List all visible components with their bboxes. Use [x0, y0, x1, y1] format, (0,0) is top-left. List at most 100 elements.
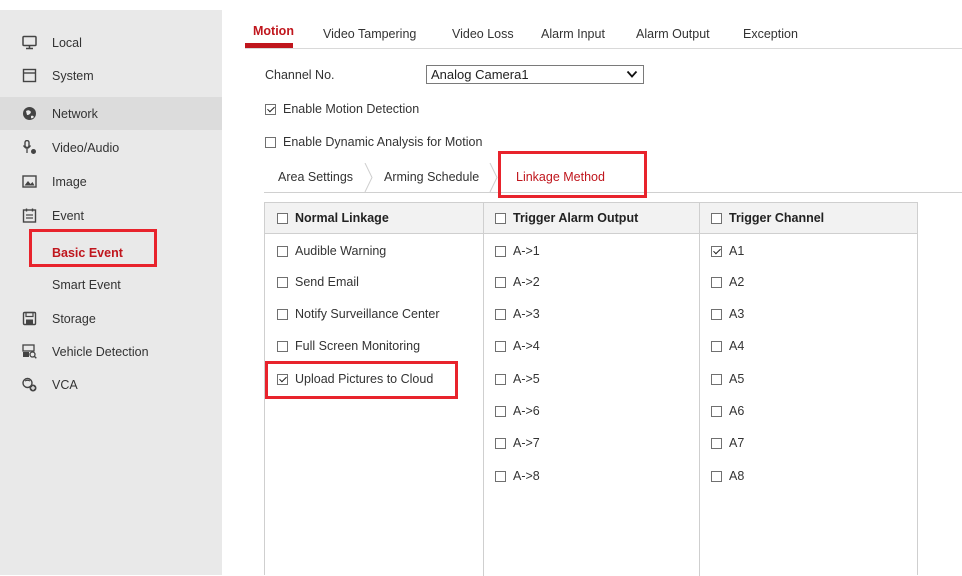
checkbox[interactable] — [711, 340, 722, 352]
item-label: A3 — [729, 307, 745, 321]
list-item[interactable]: A4 — [711, 336, 744, 356]
list-item[interactable]: Audible Warning — [277, 241, 386, 261]
item-label: Audible Warning — [295, 244, 387, 258]
image-icon — [22, 174, 37, 189]
checkbox[interactable] — [711, 405, 722, 417]
checkbox[interactable] — [495, 470, 506, 482]
checkbox[interactable] — [495, 212, 506, 224]
tab-video-tampering[interactable]: Video Tampering — [323, 27, 416, 41]
sidebar-item-smart-event[interactable]: Smart Event — [0, 268, 222, 301]
channel-select[interactable]: Analog Camera1 — [426, 65, 644, 84]
checkbox[interactable] — [711, 437, 722, 449]
item-label: A->2 — [513, 275, 540, 289]
list-item[interactable]: Upload Pictures to Cloud — [277, 369, 433, 389]
tab-underline — [245, 43, 293, 48]
channel-select-value: Analog Camera1 — [431, 67, 529, 82]
list-item[interactable]: A->8 — [495, 466, 540, 486]
checkbox[interactable] — [495, 245, 506, 257]
checkbox[interactable] — [495, 308, 506, 320]
calendar-icon — [22, 208, 37, 223]
nav-label: VCA — [52, 377, 78, 392]
header-trigger-alarm-output[interactable]: Trigger Alarm Output — [495, 203, 638, 233]
nav-item-local[interactable]: Local — [0, 26, 222, 59]
checkbox[interactable] — [495, 373, 506, 385]
checkbox[interactable] — [277, 212, 288, 224]
list-item[interactable]: A5 — [711, 369, 744, 389]
list-item[interactable]: A1 — [711, 241, 744, 261]
checkbox[interactable] — [711, 245, 722, 257]
checkbox[interactable] — [277, 276, 288, 288]
header-normal-linkage[interactable]: Normal Linkage — [277, 203, 389, 233]
enable-dynamic-analysis[interactable]: Enable Dynamic Analysis for Motion — [265, 135, 482, 149]
item-label: A7 — [729, 436, 745, 450]
item-label: A->7 — [513, 436, 540, 450]
sidebar-item-basic-event[interactable]: Basic Event — [0, 236, 222, 269]
checkbox[interactable] — [277, 308, 288, 320]
item-label: A->6 — [513, 404, 540, 418]
checkbox[interactable] — [277, 373, 288, 385]
list-item[interactable]: A7 — [711, 433, 744, 453]
subtab-separator — [364, 163, 373, 192]
linkage-table: Normal Linkage Trigger Alarm Output Trig… — [264, 202, 918, 576]
nav-item-network[interactable]: Network — [0, 97, 222, 130]
item-label: A6 — [729, 404, 745, 418]
subtab-separator — [489, 163, 498, 192]
header-label: Trigger Alarm Output — [513, 211, 639, 225]
checkbox[interactable] — [495, 340, 506, 352]
item-label: A->8 — [513, 469, 540, 483]
system-icon — [22, 68, 37, 83]
header-trigger-channel[interactable]: Trigger Channel — [711, 203, 824, 233]
nav-label: Event — [52, 208, 84, 223]
list-item[interactable]: Full Screen Monitoring — [277, 336, 420, 356]
list-item[interactable]: A->3 — [495, 304, 540, 324]
list-item[interactable]: A->2 — [495, 272, 540, 292]
checkbox-label: Enable Motion Detection — [283, 102, 420, 116]
list-item[interactable]: A3 — [711, 304, 744, 324]
nav-item-video-audio[interactable]: Video/Audio — [0, 131, 222, 164]
item-label: A->5 — [513, 372, 540, 386]
nav-item-storage[interactable]: Storage — [0, 302, 222, 335]
tab-alarm-input[interactable]: Alarm Input — [541, 27, 605, 41]
nav-label: Storage — [52, 311, 96, 326]
nav-label: Local — [52, 35, 82, 50]
list-item[interactable]: Send Email — [277, 272, 359, 292]
list-item[interactable]: A8 — [711, 466, 744, 486]
list-item[interactable]: A->7 — [495, 433, 540, 453]
column-divider — [483, 203, 484, 576]
checkbox[interactable] — [277, 340, 288, 352]
nav-item-image[interactable]: Image — [0, 165, 222, 198]
list-item[interactable]: A->4 — [495, 336, 540, 356]
item-label: Full Screen Monitoring — [295, 339, 421, 353]
checkbox[interactable] — [495, 405, 506, 417]
tab-exception[interactable]: Exception — [743, 27, 798, 41]
subtab-area-settings[interactable]: Area Settings — [278, 163, 353, 191]
checkbox[interactable] — [495, 437, 506, 449]
list-item[interactable]: A->1 — [495, 241, 540, 261]
nav-item-vca[interactable]: VCA — [0, 368, 222, 401]
nav-item-system[interactable]: System — [0, 59, 222, 92]
checkbox[interactable] — [711, 470, 722, 482]
list-item[interactable]: Notify Surveillance Center — [277, 304, 440, 324]
checkbox[interactable] — [711, 276, 722, 288]
checkbox[interactable] — [711, 308, 722, 320]
tab-video-loss[interactable]: Video Loss — [452, 27, 514, 41]
checkbox[interactable] — [265, 136, 276, 148]
nav-label: Image — [52, 174, 87, 189]
checkbox[interactable] — [277, 245, 288, 257]
nav-item-event[interactable]: Event — [0, 199, 222, 232]
checkbox[interactable] — [495, 276, 506, 288]
checkbox[interactable] — [711, 212, 722, 224]
list-item[interactable]: A->5 — [495, 369, 540, 389]
list-item[interactable]: A6 — [711, 401, 744, 421]
subtab-linkage-method[interactable]: Linkage Method — [516, 163, 605, 191]
checkbox[interactable] — [265, 103, 276, 115]
subtab-arming-schedule[interactable]: Arming Schedule — [384, 163, 479, 191]
checkbox[interactable] — [711, 373, 722, 385]
enable-motion-detection[interactable]: Enable Motion Detection — [265, 102, 419, 116]
list-item[interactable]: A->6 — [495, 401, 540, 421]
list-item[interactable]: A2 — [711, 272, 744, 292]
nav-item-vehicle-detection[interactable]: Vehicle Detection — [0, 335, 222, 368]
tab-motion[interactable]: Motion — [253, 24, 294, 38]
tab-alarm-output[interactable]: Alarm Output — [636, 27, 710, 41]
nav-label: Video/Audio — [52, 140, 120, 155]
